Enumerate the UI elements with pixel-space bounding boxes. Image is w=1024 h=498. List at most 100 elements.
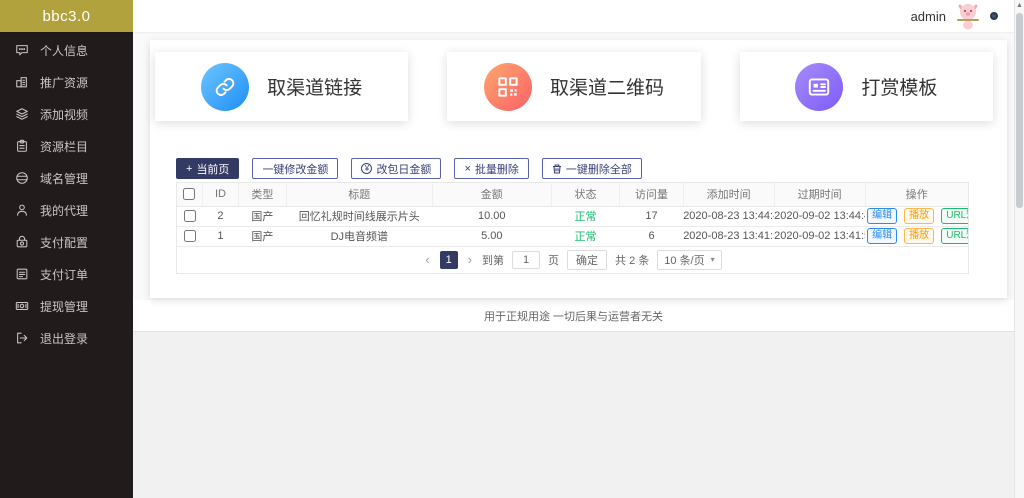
reward-template-card[interactable]: 打赏模板	[740, 52, 993, 121]
cell-visits: 17	[620, 206, 683, 226]
sidebar-item-resource-columns[interactable]: 资源栏目	[0, 130, 133, 162]
confirm-button[interactable]: 确定	[567, 250, 607, 270]
main-content: 取渠道链接 取渠道二维码 打赏模板	[133, 32, 1014, 498]
card-label: 取渠道链接	[267, 73, 362, 100]
col-added: 添加时间	[683, 183, 774, 206]
play-button[interactable]: 播放	[904, 208, 934, 224]
sidebar-item-label: 支付配置	[40, 234, 88, 251]
table-toolbar: + 当前页 一键修改金额 ¥ 改包日金额 × 批量删除	[176, 158, 969, 179]
banknote-icon	[15, 299, 29, 313]
select-all-checkbox[interactable]	[183, 188, 195, 200]
sidebar-item-label: 个人信息	[40, 42, 88, 59]
table-row: 1 国产 DJ电音频谱 5.00 正常 6 2020-08-23 13:41:5…	[177, 226, 968, 246]
cell-amount: 10.00	[432, 206, 551, 226]
goto-prefix-label: 到第	[482, 252, 504, 268]
url-short-link-button[interactable]: URL短链接	[941, 208, 968, 224]
clipboard-icon	[15, 139, 29, 153]
delete-all-button[interactable]: 一键删除全部	[542, 158, 642, 179]
template-icon	[795, 63, 843, 111]
sidebar-item-label: 推广资源	[40, 74, 88, 91]
app-logo: bbc3.0	[0, 0, 133, 32]
plus-icon: +	[186, 163, 192, 175]
channel-qrcode-card[interactable]: 取渠道二维码	[447, 52, 700, 121]
scrollbar-thumb[interactable]	[1016, 13, 1023, 208]
play-button[interactable]: 播放	[904, 228, 934, 244]
per-page-select[interactable]: 10 条/页 ▾	[657, 250, 721, 270]
data-table-container: ID 类型 标题 金额 状态 访问量 添加时间 过期时间 操作	[176, 182, 969, 274]
status-badge: 正常	[551, 206, 620, 226]
goto-page-input[interactable]	[512, 251, 540, 269]
table-header-row: ID 类型 标题 金额 状态 访问量 添加时间 过期时间 操作	[177, 183, 968, 206]
modify-amount-button[interactable]: 一键修改金额	[252, 158, 338, 179]
person-icon	[15, 203, 29, 217]
col-expires: 过期时间	[774, 183, 865, 206]
sidebar-item-label: 我的代理	[40, 202, 88, 219]
username-label: admin	[911, 9, 946, 24]
cell-visits: 6	[620, 226, 683, 246]
qrcode-icon	[484, 63, 532, 111]
card-label: 取渠道二维码	[550, 73, 664, 100]
modify-day-amount-button[interactable]: ¥ 改包日金额	[351, 158, 441, 179]
trash-icon	[552, 164, 562, 174]
header-user-area: admin	[911, 2, 1014, 30]
quick-action-cards: 取渠道链接 取渠道二维码 打赏模板	[150, 40, 1007, 121]
col-amount: 金额	[432, 183, 551, 206]
url-short-link-button[interactable]: URL短链接	[941, 228, 968, 244]
sidebar-item-label: 域名管理	[40, 170, 88, 187]
edit-button[interactable]: 编辑	[867, 208, 897, 224]
scroll-up-icon[interactable]: ▲	[1015, 2, 1024, 9]
table-zone: + 当前页 一键修改金额 ¥ 改包日金额 × 批量删除	[176, 158, 969, 274]
sidebar-item-promo-resources[interactable]: 推广资源	[0, 66, 133, 98]
sidebar-item-payment-config[interactable]: 支付配置	[0, 226, 133, 258]
layers-icon	[15, 107, 29, 121]
yen-circle-icon: ¥	[361, 163, 372, 174]
current-page-button[interactable]: + 当前页	[176, 158, 239, 179]
chat-icon	[15, 43, 29, 57]
sidebar-item-payment-orders[interactable]: 支付订单	[0, 258, 133, 290]
sidebar-item-withdrawal-management[interactable]: 提现管理	[0, 290, 133, 322]
sidebar-item-personal-info[interactable]: 个人信息	[0, 34, 133, 66]
batch-delete-button[interactable]: × 批量删除	[454, 158, 528, 179]
cell-actions: 编辑 播放 URL短链接	[865, 226, 968, 246]
cell-amount: 5.00	[432, 226, 551, 246]
cell-actions: 编辑 播放 URL短链接	[865, 206, 968, 226]
channel-link-card[interactable]: 取渠道链接	[155, 52, 408, 121]
sidebar-item-label: 添加视频	[40, 106, 88, 123]
sidebar-item-logout[interactable]: 退出登录	[0, 322, 133, 354]
footer-disclaimer: 用于正规用途 一切后果与运营者无关	[133, 300, 1014, 332]
globe-icon	[15, 171, 29, 185]
select-all-header	[177, 183, 202, 206]
next-page-button[interactable]: ›	[466, 252, 474, 267]
page-scrollbar[interactable]: ▲	[1014, 0, 1024, 498]
cell-expires: 2020-09-02 13:44:48	[774, 206, 865, 226]
cell-expires: 2020-09-02 13:41:52	[774, 226, 865, 246]
row-checkbox[interactable]	[184, 210, 196, 222]
cell-title: DJ电音频谱	[286, 226, 432, 246]
col-status: 状态	[551, 183, 620, 206]
user-avatar[interactable]	[955, 2, 981, 30]
sidebar-item-add-video[interactable]: 添加视频	[0, 98, 133, 130]
cell-title: 回忆礼规时间线展示片头	[286, 206, 432, 226]
page-number-active[interactable]: 1	[440, 251, 458, 269]
status-dot-icon[interactable]	[990, 12, 998, 20]
status-badge: 正常	[551, 226, 620, 246]
sidebar-nav: 个人信息 推广资源 添加视频 资源栏目 域名管理 我的代理 支付配置 支付订单 …	[0, 32, 133, 498]
col-actions: 操作	[865, 183, 968, 206]
chevron-down-icon: ▾	[711, 255, 715, 264]
sidebar-item-my-agents[interactable]: 我的代理	[0, 194, 133, 226]
total-count-label: 共 2 条	[615, 252, 649, 268]
edit-button[interactable]: 编辑	[867, 228, 897, 244]
cell-type: 国产	[239, 206, 286, 226]
prev-page-button[interactable]: ‹	[423, 252, 431, 267]
goto-suffix-label: 页	[548, 252, 559, 268]
card-label: 打赏模板	[861, 73, 937, 100]
row-checkbox[interactable]	[184, 230, 196, 242]
content-panel: 取渠道链接 取渠道二维码 打赏模板	[150, 40, 1007, 298]
col-visits: 访问量	[620, 183, 683, 206]
link-icon	[201, 63, 249, 111]
building-icon	[15, 75, 29, 89]
sidebar-item-domain-management[interactable]: 域名管理	[0, 162, 133, 194]
receipt-icon	[15, 267, 29, 281]
sidebar-item-label: 提现管理	[40, 298, 88, 315]
sidebar-item-label: 资源栏目	[40, 138, 88, 155]
